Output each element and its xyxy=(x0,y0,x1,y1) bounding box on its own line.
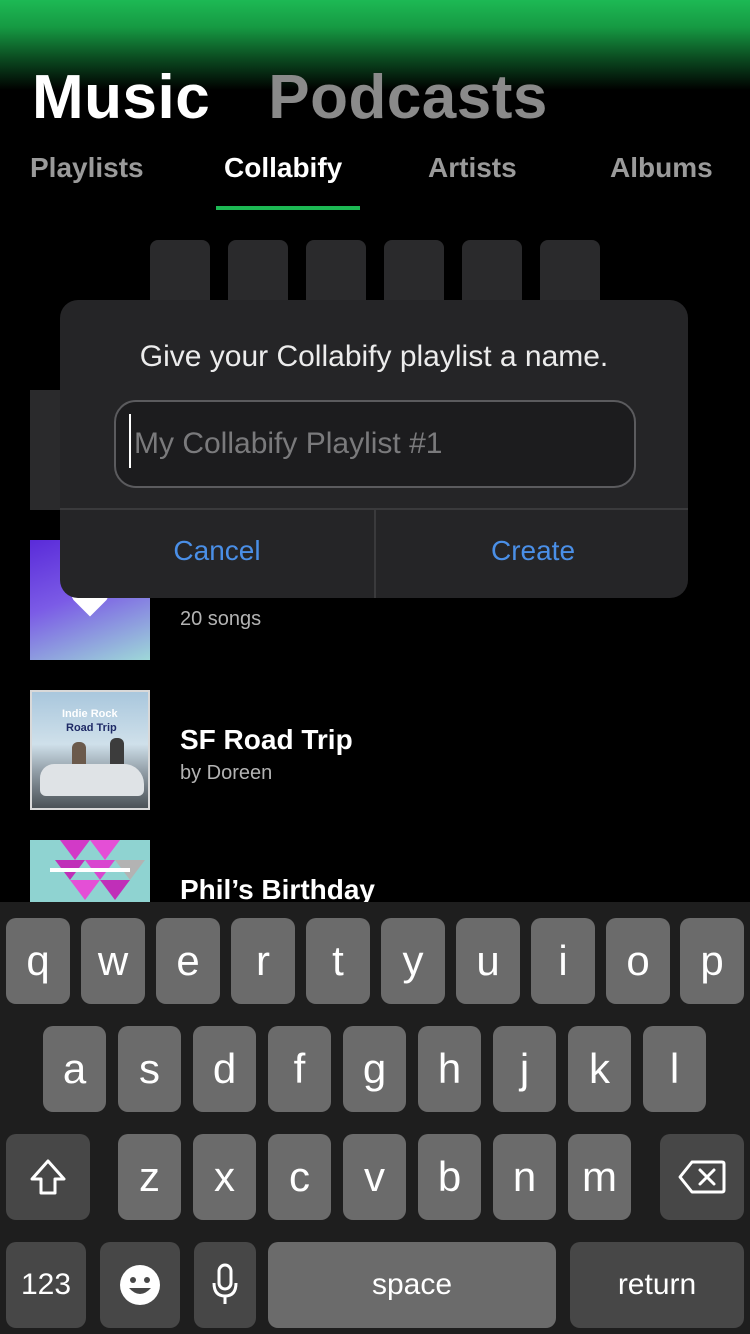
key-q[interactable]: q xyxy=(6,918,70,1004)
playlist-name-input[interactable] xyxy=(114,400,636,488)
key-a[interactable]: a xyxy=(43,1026,106,1112)
space-key[interactable]: space xyxy=(268,1242,556,1328)
key-x[interactable]: x xyxy=(193,1134,256,1220)
microphone-icon xyxy=(212,1263,238,1304)
list-item-subtitle: by Doreen xyxy=(180,762,273,784)
shift-key[interactable] xyxy=(6,1134,90,1220)
key-u[interactable]: u xyxy=(456,918,520,1004)
key-d[interactable]: d xyxy=(193,1026,256,1112)
cover-car xyxy=(40,764,144,796)
key-w[interactable]: w xyxy=(81,918,145,1004)
playlist-cover: Indie Rock Road Trip xyxy=(30,690,150,810)
key-h[interactable]: h xyxy=(418,1026,481,1112)
key-r[interactable]: r xyxy=(231,918,295,1004)
backspace-icon xyxy=(678,1160,726,1194)
tab-podcasts[interactable]: Podcasts xyxy=(268,62,548,134)
cover-text: Indie Rock xyxy=(62,708,118,720)
key-l[interactable]: l xyxy=(643,1026,706,1112)
cover-text: Road Trip xyxy=(66,722,117,734)
main-tabs: Music Podcasts xyxy=(32,62,548,134)
create-button[interactable]: Create xyxy=(376,510,688,598)
dialog-message: Give your Collabify playlist a name. xyxy=(139,340,609,373)
shift-icon xyxy=(30,1159,66,1195)
key-z[interactable]: z xyxy=(118,1134,181,1220)
key-e[interactable]: e xyxy=(156,918,220,1004)
name-playlist-dialog: Give your Collabify playlist a name. Can… xyxy=(60,300,688,598)
key-t[interactable]: t xyxy=(306,918,370,1004)
key-k[interactable]: k xyxy=(568,1026,631,1112)
key-f[interactable]: f xyxy=(268,1026,331,1112)
subtab-playlists[interactable]: Playlists xyxy=(30,148,144,188)
text-caret xyxy=(129,414,131,468)
key-i[interactable]: i xyxy=(531,918,595,1004)
key-b[interactable]: b xyxy=(418,1134,481,1220)
sub-tabs: Playlists Collabify Artists Albums xyxy=(0,148,750,210)
keyboard: q w e r t y u i o p a s d f g h j k l z … xyxy=(0,902,750,1334)
key-j[interactable]: j xyxy=(493,1026,556,1112)
subtab-collabify[interactable]: Collabify xyxy=(224,148,342,188)
key-c[interactable]: c xyxy=(268,1134,331,1220)
list-item[interactable]: Indie Rock Road Trip SF Road Trip by Dor… xyxy=(0,690,750,810)
subtab-artists[interactable]: Artists xyxy=(428,148,517,188)
subtab-albums[interactable]: Albums xyxy=(610,148,713,188)
emoji-icon xyxy=(120,1265,160,1305)
key-o[interactable]: o xyxy=(606,918,670,1004)
key-y[interactable]: y xyxy=(381,918,445,1004)
list-item-subtitle: 20 songs xyxy=(180,608,262,630)
key-p[interactable]: p xyxy=(680,918,744,1004)
active-tab-indicator xyxy=(216,206,360,210)
backspace-key[interactable] xyxy=(660,1134,744,1220)
cancel-button[interactable]: Cancel xyxy=(60,510,374,598)
key-s[interactable]: s xyxy=(118,1026,181,1112)
key-v[interactable]: v xyxy=(343,1134,406,1220)
key-m[interactable]: m xyxy=(568,1134,631,1220)
dictation-key[interactable] xyxy=(194,1242,256,1328)
tab-music[interactable]: Music xyxy=(32,62,210,134)
emoji-key[interactable] xyxy=(100,1242,180,1328)
numbers-key[interactable]: 123 xyxy=(6,1242,86,1328)
key-g[interactable]: g xyxy=(343,1026,406,1112)
key-n[interactable]: n xyxy=(493,1134,556,1220)
return-key[interactable]: return xyxy=(570,1242,744,1328)
list-item-title: SF Road Trip xyxy=(180,724,353,755)
